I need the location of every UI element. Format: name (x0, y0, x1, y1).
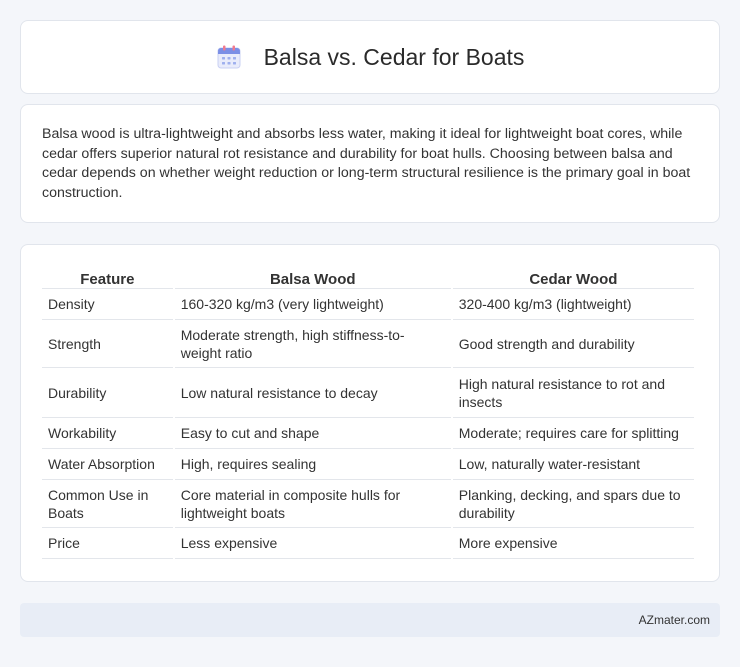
header-balsa-wood: Balsa Wood (174, 267, 451, 289)
cedar-cell: High natural resistance to rot and insec… (452, 368, 694, 418)
balsa-cell: Easy to cut and shape (174, 418, 451, 449)
header-cedar-wood: Cedar Wood (452, 267, 694, 289)
comparison-table: Feature Balsa Wood Cedar Wood Density 16… (40, 267, 696, 559)
table-header-row: Feature Balsa Wood Cedar Wood (42, 267, 694, 289)
table-row: Water Absorption High, requires sealing … (42, 449, 694, 480)
cedar-cell: Planking, decking, and spars due to dura… (452, 480, 694, 528)
footer-source-link[interactable]: AZmater.com (639, 613, 710, 627)
feature-cell: Durability (42, 368, 173, 418)
cedar-cell: Moderate; requires care for splitting (452, 418, 694, 449)
table-row: Strength Moderate strength, high stiffne… (42, 320, 694, 368)
feature-cell: Price (42, 528, 173, 559)
table-row: Density 160-320 kg/m3 (very lightweight)… (42, 289, 694, 320)
table-row: Durability Low natural resistance to dec… (42, 368, 694, 418)
table-row: Workability Easy to cut and shape Modera… (42, 418, 694, 449)
table-row: Common Use in Boats Core material in com… (42, 480, 694, 528)
feature-cell: Strength (42, 320, 173, 368)
balsa-cell: 160-320 kg/m3 (very lightweight) (174, 289, 451, 320)
cedar-cell: Low, naturally water-resistant (452, 449, 694, 480)
cedar-cell: 320-400 kg/m3 (lightweight) (452, 289, 694, 320)
balsa-cell: High, requires sealing (174, 449, 451, 480)
table-row: Price Less expensive More expensive (42, 528, 694, 559)
title-card: Balsa vs. Cedar for Boats (20, 20, 720, 94)
cedar-cell: Good strength and durability (452, 320, 694, 368)
feature-cell: Density (42, 289, 173, 320)
balsa-cell: Low natural resistance to decay (174, 368, 451, 418)
feature-cell: Water Absorption (42, 449, 173, 480)
page-title: Balsa vs. Cedar for Boats (263, 43, 525, 70)
footer: AZmater.com (20, 603, 720, 637)
balsa-cell: Core material in composite hulls for lig… (174, 480, 451, 528)
balsa-cell: Moderate strength, high stiffness-to-wei… (174, 320, 451, 368)
feature-cell: Workability (42, 418, 173, 449)
intro-card: Balsa wood is ultra-lightweight and abso… (20, 104, 720, 223)
balsa-cell: Less expensive (174, 528, 451, 559)
calendar-icon (216, 44, 242, 70)
cedar-cell: More expensive (452, 528, 694, 559)
title-wrap: Balsa vs. Cedar for Boats (216, 43, 525, 71)
comparison-card: Feature Balsa Wood Cedar Wood Density 16… (20, 244, 720, 582)
intro-paragraph: Balsa wood is ultra-lightweight and abso… (42, 126, 691, 201)
header-feature: Feature (42, 267, 173, 289)
feature-cell: Common Use in Boats (42, 480, 173, 528)
